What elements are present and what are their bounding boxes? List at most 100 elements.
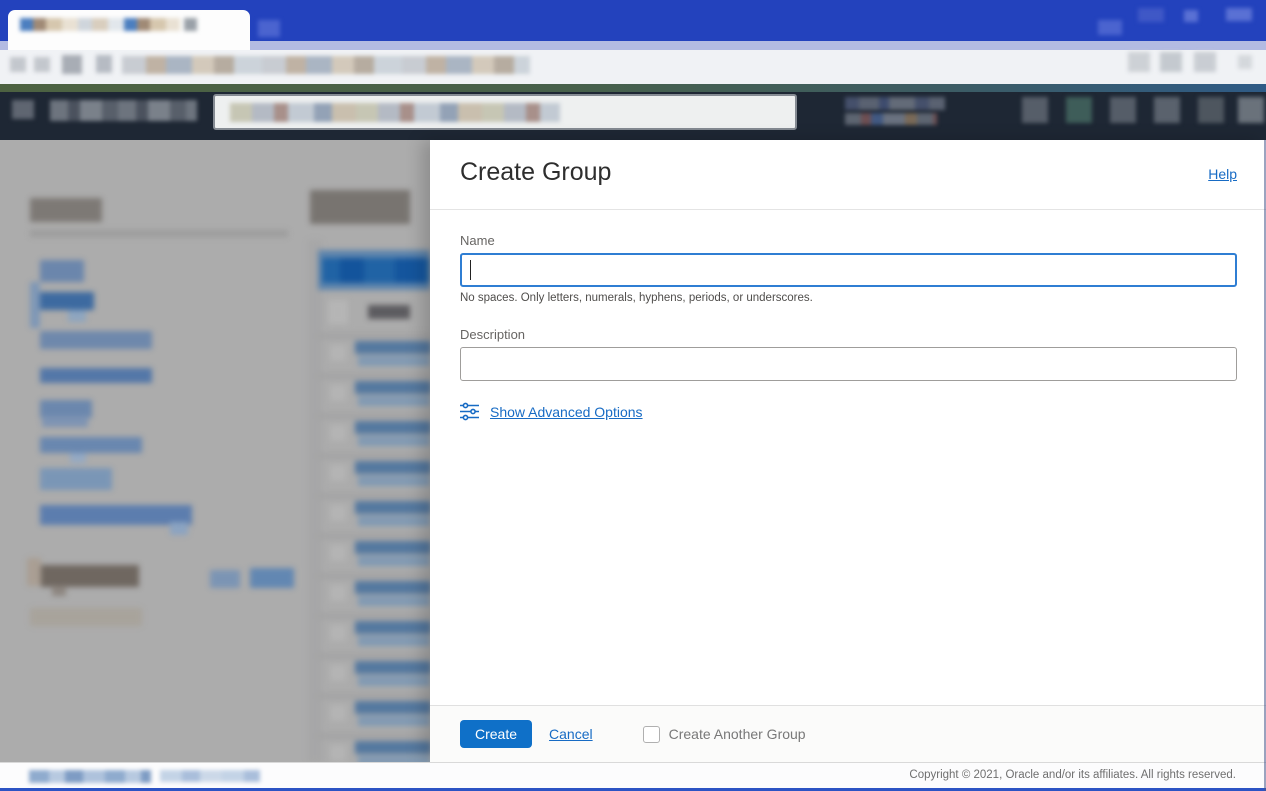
blurred-table-row	[318, 613, 430, 619]
blurred-table-row	[330, 345, 346, 361]
blurred-table-row	[358, 636, 430, 646]
blurred-address-bar[interactable]	[122, 56, 530, 74]
name-label: Name	[460, 233, 1237, 248]
show-advanced-options-label: Show Advanced Options	[490, 404, 643, 420]
blurred-nav-icon[interactable]	[1110, 97, 1136, 123]
blurred-nav-icon[interactable]	[1022, 97, 1048, 123]
blurred-table-row	[330, 425, 346, 441]
blurred-table-row	[330, 705, 346, 721]
blurred-table-row	[355, 741, 430, 754]
refresh-icon[interactable]	[62, 55, 82, 74]
blurred-table-row	[358, 476, 430, 486]
blurred-table-row	[355, 501, 430, 514]
blurred-table-row	[318, 733, 430, 739]
panel-body: Name No spaces. Only letters, numerals, …	[460, 210, 1237, 421]
blurred-region-selector[interactable]	[845, 97, 945, 110]
blurred-table-row	[355, 581, 430, 594]
window-minimize-button[interactable]	[1138, 8, 1164, 22]
blurred-table-row	[318, 453, 430, 459]
create-button[interactable]: Create	[460, 720, 532, 748]
blurred-nav-icon[interactable]	[1198, 97, 1224, 123]
description-input[interactable]	[460, 347, 1237, 381]
blurred-table-row	[358, 596, 430, 606]
sliders-icon	[460, 402, 479, 421]
blurred-table-row	[358, 356, 430, 366]
blurred-table-row	[355, 701, 430, 714]
blurred-tab-title	[20, 18, 180, 31]
blurred-table-row	[330, 585, 346, 601]
cancel-link[interactable]: Cancel	[549, 726, 593, 742]
blurred-nav-icon[interactable]	[1154, 97, 1180, 123]
panel-header: Create Group Help	[430, 140, 1266, 210]
blurred-toolbar-icon[interactable]	[1160, 52, 1182, 72]
blurred-table-row	[318, 373, 430, 379]
blurred-table-row	[358, 716, 430, 726]
home-icon[interactable]	[96, 55, 112, 73]
browser-toolbar	[0, 50, 1266, 84]
blurred-table-row	[358, 396, 430, 406]
blurred-search-text	[230, 103, 560, 122]
blurred-table-row	[355, 381, 430, 394]
blurred-table-row	[330, 505, 346, 521]
tab-close-icon[interactable]	[184, 18, 197, 31]
blurred-table-row	[330, 625, 346, 641]
blurred-table-row	[318, 533, 430, 539]
show-advanced-options-link[interactable]: Show Advanced Options	[460, 402, 1237, 421]
blurred-table-row	[355, 541, 430, 554]
blurred-toolbar-icon[interactable]	[1194, 52, 1216, 72]
app-window: Create Group Help Name No spaces. Only l…	[0, 0, 1266, 791]
blurred-table-row	[358, 556, 430, 566]
blurred-table-row	[318, 333, 430, 339]
blurred-footer-link[interactable]	[160, 770, 260, 782]
tab-base	[8, 41, 250, 50]
blurred-table-row	[358, 676, 430, 686]
browser-menu-icon[interactable]	[1098, 20, 1122, 35]
blurred-table-row	[330, 385, 346, 401]
blurred-table-row	[355, 661, 430, 674]
description-label: Description	[460, 327, 1237, 342]
blurred-table-row	[358, 516, 430, 526]
blurred-table-row	[330, 545, 346, 561]
blurred-page-content	[0, 140, 430, 762]
blurred-table-row	[318, 653, 430, 659]
blurred-nav-icon[interactable]	[1066, 97, 1092, 123]
new-tab-button[interactable]	[258, 20, 280, 37]
name-input[interactable]	[460, 253, 1237, 287]
console-navbar	[0, 92, 1266, 140]
name-helper-text: No spaces. Only letters, numerals, hyphe…	[460, 292, 1237, 304]
window-maximize-button[interactable]	[1184, 10, 1198, 22]
blurred-table-row	[355, 341, 430, 354]
blurred-toolbar-icon[interactable]	[1238, 55, 1252, 69]
blurred-profile-icon[interactable]	[1238, 97, 1264, 123]
page-top-strip	[0, 84, 1266, 92]
blurred-table-row	[318, 573, 430, 579]
panel-footer: Create Cancel Create Another Group	[430, 705, 1266, 762]
page-title: Create Group	[460, 158, 611, 187]
back-icon[interactable]	[10, 57, 26, 72]
copyright-text: Copyright © 2021, Oracle and/or its affi…	[909, 769, 1236, 781]
blurred-table-row	[355, 421, 430, 434]
forward-icon[interactable]	[34, 57, 50, 72]
blurred-table-row	[318, 693, 430, 699]
dimmed-background-page	[0, 140, 430, 762]
blurred-region-selector-sub	[845, 113, 937, 125]
blurred-brand-logo	[50, 100, 197, 121]
blurred-table-row	[318, 493, 430, 499]
help-link[interactable]: Help	[1208, 166, 1237, 182]
hamburger-menu-icon[interactable]	[12, 100, 34, 119]
create-group-panel: Create Group Help Name No spaces. Only l…	[430, 140, 1266, 762]
create-another-label: Create Another Group	[669, 726, 806, 742]
blurred-toolbar-icon[interactable]	[1128, 52, 1150, 72]
console-search-input[interactable]	[213, 94, 797, 130]
blurred-footer-link[interactable]	[29, 770, 151, 783]
blurred-table-row	[330, 745, 346, 761]
blurred-table-row	[355, 461, 430, 474]
blurred-table-row	[318, 413, 430, 419]
create-another-checkbox[interactable]	[643, 726, 660, 743]
blurred-table-row	[330, 465, 346, 481]
blurred-table-row	[330, 665, 346, 681]
text-caret	[470, 260, 471, 280]
window-close-button[interactable]	[1226, 8, 1252, 21]
page-footer: Copyright © 2021, Oracle and/or its affi…	[0, 762, 1266, 788]
create-another-group-option: Create Another Group	[643, 726, 806, 743]
